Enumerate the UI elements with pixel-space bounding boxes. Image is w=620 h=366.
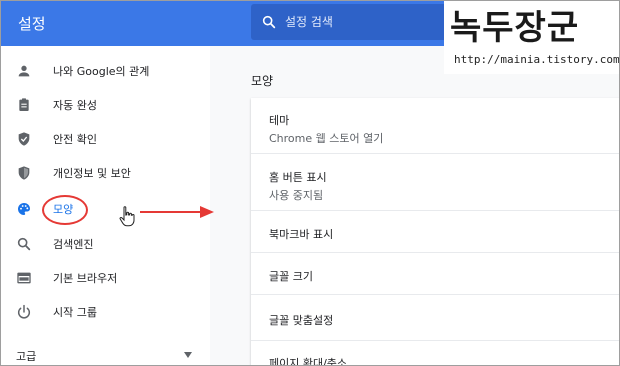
sidebar-item-autofill[interactable]: 자동 완성 [0, 88, 210, 122]
palette-icon [18, 203, 30, 215]
settings-row-theme[interactable]: 테마 Chrome 웹 스토어 열기 [251, 98, 620, 154]
sidebar-item-default-browser[interactable]: 기본 브라우저 [0, 261, 210, 295]
person-icon [18, 65, 30, 77]
hand-cursor-icon [119, 206, 135, 227]
sidebar-item-search-engine[interactable]: 검색엔진 [0, 227, 210, 261]
browser-icon [17, 272, 31, 284]
search-input[interactable] [285, 13, 455, 31]
settings-row-home-button[interactable]: 홈 버튼 표시 사용 중지됨 [251, 154, 620, 211]
row-title: 북마크바 표시 [269, 228, 334, 241]
search-box[interactable] [251, 4, 461, 40]
row-title: 페이지 확대/축소 [269, 357, 348, 366]
search-icon [17, 237, 31, 251]
watermark: 녹두장군 http://mainia.tistory.com [444, 0, 620, 74]
row-title: 테마 [269, 114, 290, 127]
settings-row-bookmarks-bar[interactable]: 북마크바 표시 [251, 211, 620, 253]
settings-row-font-size[interactable]: 글꼴 크기 [251, 253, 620, 295]
sidebar-item-safety-check[interactable]: 안전 확인 [0, 122, 210, 156]
sidebar-item-label: 나와 Google의 관계 [53, 65, 150, 78]
sidebar-item-label: 자동 완성 [53, 99, 97, 112]
watermark-url: http://mainia.tistory.com [454, 53, 620, 66]
appearance-card: 테마 Chrome 웹 스토어 열기 홈 버튼 표시 사용 중지됨 북마크바 표… [251, 98, 620, 366]
sidebar-item-label: 기본 브라우저 [53, 272, 118, 285]
sidebar-item-label: 시작 그룹 [53, 306, 97, 319]
shield-icon [18, 166, 30, 180]
sidebar-item-label: 검색엔진 [53, 238, 94, 251]
row-subtitle: 사용 중지됨 [269, 189, 324, 202]
advanced-section-toggle[interactable]: 고급 [16, 348, 36, 364]
annotation-ellipse [42, 195, 88, 225]
row-title: 글꼴 맞춤설정 [269, 314, 334, 327]
app-title: 설정 [18, 15, 46, 33]
chevron-down-icon[interactable] [184, 352, 192, 358]
search-icon [262, 15, 276, 29]
sidebar-item-on-startup[interactable]: 시작 그룹 [0, 295, 210, 329]
shield-check-icon [18, 132, 30, 146]
settings-row-page-zoom[interactable]: 페이지 확대/축소 [251, 341, 620, 366]
sidebar-item-label: 안전 확인 [53, 133, 97, 146]
watermark-title: 녹두장군 [450, 8, 580, 48]
sidebar-item-you-and-google[interactable]: 나와 Google의 관계 [0, 54, 210, 88]
row-title: 글꼴 크기 [269, 270, 313, 283]
section-title: 모양 [251, 74, 274, 88]
row-title: 홈 버튼 표시 [269, 171, 327, 184]
clipboard-icon [19, 98, 29, 111]
sidebar-item-label: 개인정보 및 보안 [53, 167, 131, 180]
power-icon [18, 304, 30, 319]
annotation-arrow [140, 206, 214, 218]
row-subtitle: Chrome 웹 스토어 열기 [269, 132, 384, 145]
sidebar-item-privacy[interactable]: 개인정보 및 보안 [0, 156, 210, 190]
settings-row-customize-fonts[interactable]: 글꼴 맞춤설정 [251, 295, 620, 341]
